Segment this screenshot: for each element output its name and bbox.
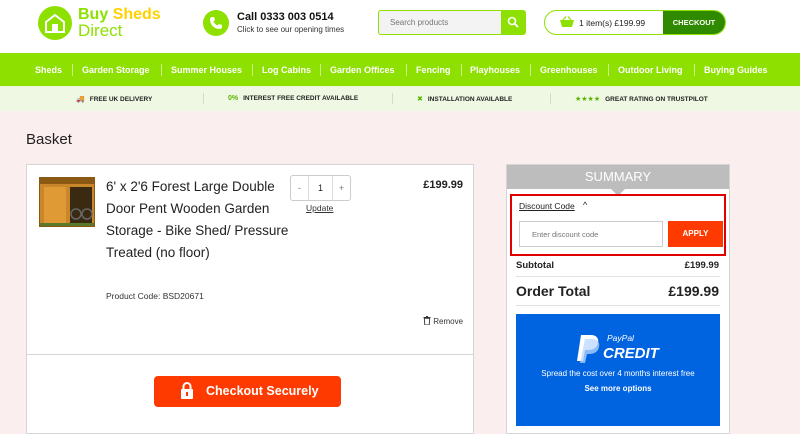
- cart-summary: 1 item(s) £199.99: [579, 18, 646, 28]
- quantity-decrease-button[interactable]: -: [291, 176, 309, 200]
- checkout-securely-button[interactable]: Checkout Securely: [154, 376, 341, 407]
- site-header: Buy Sheds Direct Call 0333 003 0514 Clic…: [0, 0, 800, 53]
- usp-divider: [550, 93, 551, 104]
- basket-icon: [560, 16, 574, 27]
- usp-divider: [203, 93, 204, 104]
- chevron-up-icon[interactable]: ^: [583, 200, 587, 210]
- paypal-name: PayPal: [607, 333, 634, 343]
- product-image[interactable]: [39, 177, 95, 227]
- order-total-value: £199.99: [668, 283, 719, 299]
- nav-item-buying-guides[interactable]: Buying Guides: [704, 65, 768, 75]
- logo-text: Buy Sheds Direct: [78, 7, 161, 40]
- summary-divider: [516, 276, 720, 277]
- usp-interest-free: 0% INTEREST FREE CREDIT AVAILABLE: [228, 95, 358, 102]
- discount-code-input[interactable]: [519, 221, 663, 247]
- usp-text: GREAT RATING ON TRUSTPILOT: [605, 96, 708, 103]
- nav-item-garden-offices[interactable]: Garden Offices: [330, 65, 395, 75]
- product-code: Product Code: BSD20671: [106, 291, 204, 301]
- quantity-input[interactable]: 1: [309, 176, 332, 200]
- paypal-credit-banner[interactable]: PayPal CREDIT Spread the cost over 4 mon…: [516, 314, 720, 426]
- subtotal-value: £199.99: [684, 260, 719, 271]
- nav-item-playhouses[interactable]: Playhouses: [470, 65, 520, 75]
- nav-divider: [72, 64, 73, 76]
- search-icon: [507, 16, 519, 28]
- nav-divider: [320, 64, 321, 76]
- stars-icon: ★★★★: [575, 96, 601, 103]
- usp-text: INSTALLATION AVAILABLE: [427, 96, 513, 103]
- quantity-increase-button[interactable]: +: [332, 176, 350, 200]
- checkout-securely-label: Checkout Securely: [206, 384, 319, 398]
- usp-text: INTEREST FREE CREDIT AVAILABLE: [243, 95, 359, 102]
- basket-divider: [27, 354, 473, 355]
- paypal-credit-label: CREDIT: [603, 345, 659, 362]
- site-logo[interactable]: Buy Sheds Direct: [38, 6, 168, 42]
- main-navigation: Sheds Garden Storage Summer Houses Log C…: [0, 53, 800, 86]
- subtotal-label: Subtotal: [516, 260, 554, 271]
- nav-divider: [694, 64, 695, 76]
- mini-cart[interactable]: 1 item(s) £199.99 CHECKOUT: [544, 10, 726, 35]
- lock-icon: [181, 382, 193, 399]
- nav-divider: [608, 64, 609, 76]
- apply-discount-button[interactable]: APPLY: [668, 221, 723, 247]
- nav-item-fencing[interactable]: Fencing: [416, 65, 451, 75]
- summary-divider: [516, 305, 720, 306]
- nav-divider: [530, 64, 531, 76]
- header-checkout-button[interactable]: CHECKOUT: [663, 11, 725, 34]
- nav-divider: [406, 64, 407, 76]
- quantity-stepper: - 1 +: [290, 175, 351, 201]
- remove-label: Remove: [433, 317, 464, 326]
- paypal-icon: [577, 335, 600, 363]
- nav-item-summer-houses[interactable]: Summer Houses: [171, 65, 242, 75]
- nav-item-garden-storage[interactable]: Garden Storage: [82, 65, 150, 75]
- basket-panel: 6' x 2'6 Forest Large Double Door Pent W…: [26, 164, 474, 434]
- truck-icon: 🚚: [76, 96, 85, 103]
- usp-divider: [392, 93, 393, 104]
- logo-word-direct: Direct: [78, 21, 123, 40]
- update-link[interactable]: Update: [306, 203, 333, 213]
- search-input[interactable]: [379, 11, 502, 34]
- phone-number[interactable]: Call 0333 003 0514: [237, 11, 334, 23]
- nav-divider: [161, 64, 162, 76]
- order-total-label: Order Total: [516, 283, 591, 299]
- item-price: £199.99: [423, 179, 463, 191]
- nav-divider: [252, 64, 253, 76]
- usp-installation: ✖ INSTALLATION AVAILABLE: [417, 95, 512, 103]
- phone-icon: [203, 10, 229, 36]
- page-title: Basket: [26, 131, 72, 148]
- remove-button[interactable]: Remove: [423, 316, 463, 326]
- opening-times-link[interactable]: Click to see our opening times: [237, 25, 344, 34]
- summary-title: SUMMARY: [507, 165, 729, 189]
- see-more-options-link[interactable]: See more options: [516, 384, 720, 393]
- percent-icon: 0%: [228, 95, 239, 102]
- trash-icon: [423, 316, 431, 326]
- usp-trustpilot: ★★★★ GREAT RATING ON TRUSTPILOT: [575, 95, 708, 103]
- nav-item-greenhouses[interactable]: Greenhouses: [540, 65, 598, 75]
- discount-section: Discount Code ^ APPLY: [510, 194, 726, 256]
- shed-icon: [38, 6, 72, 40]
- usp-bar: 🚚 FREE UK DELIVERY 0% INTEREST FREE CREDIT…: [0, 86, 800, 111]
- paypal-spread-text: Spread the cost over 4 months interest f…: [541, 369, 695, 378]
- order-summary: SUMMARY Discount Code ^ APPLY Subtotal £…: [506, 164, 730, 434]
- search-button[interactable]: [501, 11, 525, 34]
- discount-code-toggle[interactable]: Discount Code: [519, 201, 575, 211]
- tools-icon: ✖: [417, 96, 423, 103]
- nav-item-sheds[interactable]: Sheds: [35, 65, 62, 75]
- usp-text: FREE UK DELIVERY: [89, 96, 153, 103]
- nav-divider: [461, 64, 462, 76]
- nav-item-log-cabins[interactable]: Log Cabins: [262, 65, 311, 75]
- usp-free-delivery: 🚚 FREE UK DELIVERY: [76, 95, 152, 103]
- nav-item-outdoor-living[interactable]: Outdoor Living: [618, 65, 683, 75]
- product-name[interactable]: 6' x 2'6 Forest Large Double Door Pent W…: [106, 176, 291, 264]
- search-bar: [378, 10, 526, 35]
